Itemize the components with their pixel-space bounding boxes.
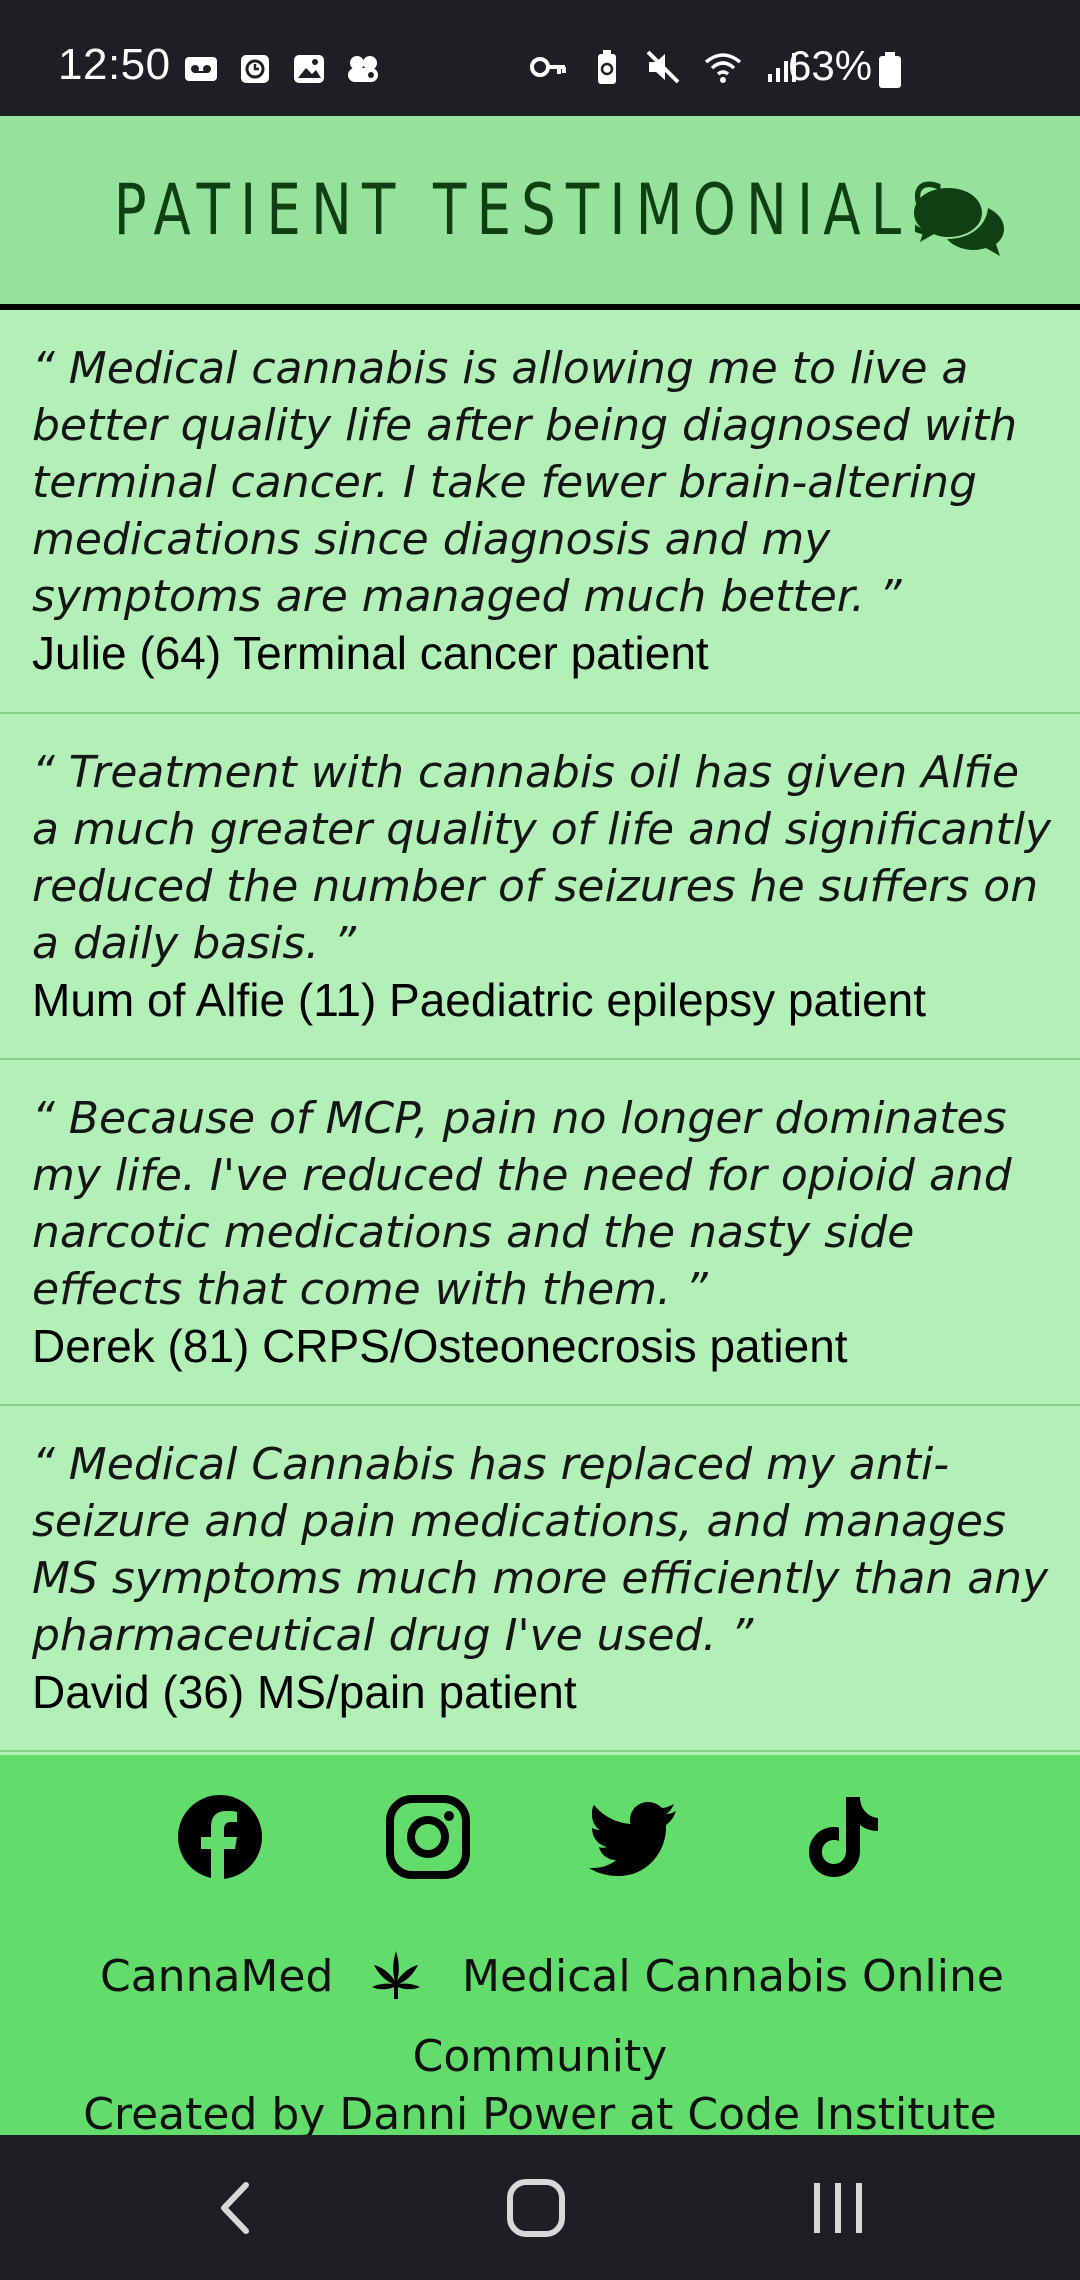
testimonials-list: “ Medical cannabis is allowing me to liv… bbox=[0, 310, 1080, 1752]
tagline-part1: Medical Cannabis Online bbox=[462, 1951, 1004, 2002]
tiktok-icon[interactable] bbox=[798, 1791, 890, 1883]
instagram-icon[interactable] bbox=[382, 1791, 474, 1883]
mute-icon bbox=[646, 50, 680, 84]
testimonial-quote: “ Medical cannabis is allowing me to liv… bbox=[32, 343, 1018, 622]
comments-icon bbox=[914, 188, 1004, 256]
testimonial-quote: “ Because of MCP, pain no longer dominat… bbox=[32, 1093, 1012, 1315]
testimonial-quote: “ Medical Cannabis has replaced my anti-… bbox=[32, 1439, 1049, 1661]
battery-icon bbox=[879, 52, 901, 88]
testimonial-author: Mum of Alfie (11) Paediatric epilepsy pa… bbox=[32, 974, 927, 1026]
page-title: PATIENT TESTIMONIALS bbox=[113, 169, 957, 251]
recents-icon[interactable] bbox=[798, 2173, 878, 2243]
testimonial-quote: “ Treatment with cannabis oil has given … bbox=[32, 747, 1052, 969]
back-icon[interactable] bbox=[196, 2173, 276, 2243]
vpn-key-icon bbox=[530, 57, 566, 77]
home-icon[interactable] bbox=[496, 2173, 576, 2243]
testimonial-card: “ Medical cannabis is allowing me to liv… bbox=[0, 310, 1080, 714]
testimonial-author: David (36) MS/pain patient bbox=[32, 1666, 577, 1718]
social-links bbox=[0, 1791, 1080, 1891]
gallery-icon bbox=[294, 55, 324, 83]
status-bar: 12:50 63% bbox=[0, 0, 1080, 116]
tagline-part2: Community bbox=[412, 2031, 668, 2082]
testimonial-card: “ Treatment with cannabis oil has given … bbox=[0, 714, 1080, 1060]
footer: CannaMed Medical Cannabis Online Communi… bbox=[0, 1755, 1080, 2140]
wifi-icon bbox=[704, 53, 742, 83]
system-nav-bar bbox=[0, 2135, 1080, 2280]
notification-icons bbox=[182, 50, 382, 88]
testimonial-author: Derek (81) CRPS/Osteonecrosis patient bbox=[32, 1320, 848, 1372]
twitter-icon[interactable] bbox=[588, 1791, 680, 1883]
game-icon bbox=[348, 56, 378, 82]
testimonial-card: “ Because of MCP, pain no longer dominat… bbox=[0, 1060, 1080, 1406]
battery-percent: 63% bbox=[788, 42, 873, 89]
voicemail-icon bbox=[185, 57, 217, 81]
clock-app-icon bbox=[241, 55, 269, 83]
system-icons bbox=[526, 48, 802, 86]
brand-name: CannaMed bbox=[100, 1951, 334, 2002]
battery-saver-icon bbox=[598, 50, 616, 84]
status-time: 12:50 bbox=[58, 40, 171, 89]
footer-brand-line: CannaMed Medical Cannabis Online bbox=[0, 1951, 1080, 2007]
facebook-icon[interactable] bbox=[174, 1791, 266, 1883]
testimonial-card: “ Medical Cannabis has replaced my anti-… bbox=[0, 1406, 1080, 1752]
footer-credit: Created by Danni Power at Code Institute bbox=[83, 2089, 997, 2140]
cannabis-leaf-icon bbox=[372, 1951, 420, 1999]
testimonial-author: Julie (64) Terminal cancer patient bbox=[32, 627, 709, 679]
page-header: PATIENT TESTIMONIALS bbox=[0, 116, 1080, 310]
